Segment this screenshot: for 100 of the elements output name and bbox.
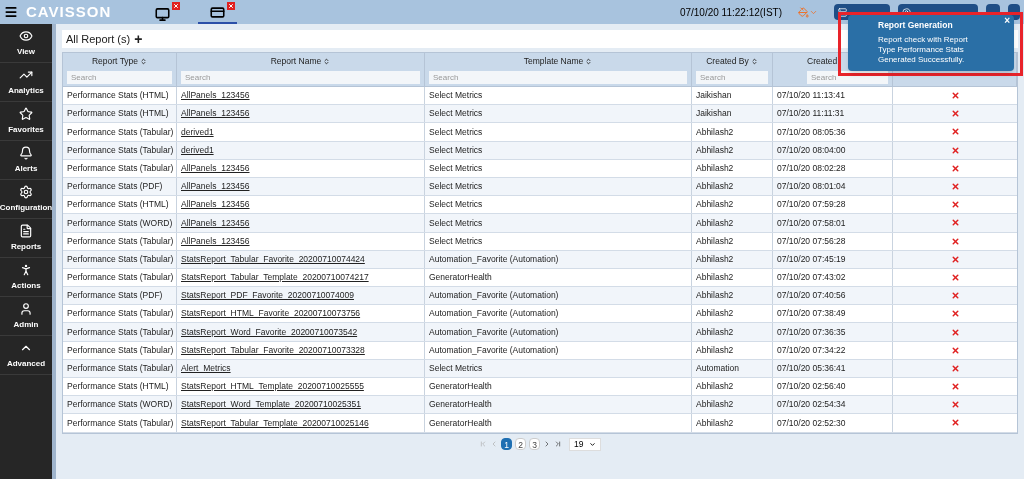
last-page-icon[interactable] bbox=[554, 440, 562, 449]
table-cell: Abhilash2 bbox=[696, 416, 734, 430]
sidebar-item[interactable]: Alerts bbox=[0, 141, 52, 180]
column-header[interactable]: Created bbox=[807, 55, 838, 68]
table-cell: Performance Stats (Tabular) bbox=[67, 161, 174, 175]
table-cell: Select Metrics bbox=[429, 362, 483, 375]
report-link[interactable]: AllPanels_123456 bbox=[181, 107, 250, 121]
report-link[interactable]: AllPanels_123456 bbox=[181, 234, 250, 248]
delete-icon[interactable] bbox=[950, 309, 960, 319]
delete-icon[interactable] bbox=[950, 163, 960, 173]
table-cell: Select Metrics bbox=[429, 125, 483, 139]
report-link[interactable]: derived1 bbox=[181, 143, 214, 157]
delete-icon[interactable] bbox=[950, 291, 960, 301]
report-link[interactable]: StatsReport_Word_Template_20200710025351 bbox=[181, 398, 361, 412]
report-link[interactable]: StatsReport_HTML_Template_20200710025555 bbox=[181, 380, 364, 393]
table-cell: Abhilash2 bbox=[696, 325, 734, 339]
next-page-icon[interactable] bbox=[543, 440, 551, 449]
table-cell: Performance Stats (Tabular) bbox=[67, 125, 174, 139]
delete-icon[interactable] bbox=[950, 254, 960, 264]
table-cell: Performance Stats (WORD) bbox=[67, 398, 173, 412]
sidebar-item[interactable]: Analytics bbox=[0, 63, 52, 102]
column-header[interactable]: Created By bbox=[706, 55, 758, 68]
table-cell: Jaikishan bbox=[696, 89, 732, 102]
delete-icon[interactable] bbox=[950, 200, 960, 210]
table-cell: GeneratorHealth bbox=[429, 398, 492, 412]
page-size-dropdown[interactable]: 19 bbox=[569, 437, 601, 451]
table-cell: 07/10/20 07:45:19 bbox=[777, 252, 846, 266]
sidebar-item[interactable]: Admin bbox=[0, 297, 52, 336]
table-cell: 07/10/20 02:54:34 bbox=[777, 398, 846, 412]
report-link[interactable]: AllPanels_123456 bbox=[181, 161, 250, 175]
delete-icon[interactable] bbox=[950, 182, 960, 192]
report-link[interactable]: AllPanels_123456 bbox=[181, 180, 250, 193]
sidebar-item[interactable]: Advanced bbox=[0, 336, 52, 375]
report-link[interactable]: StatsReport_Tabular_Template_20200710025146 bbox=[181, 416, 369, 430]
sidebar-item[interactable]: Configuration bbox=[0, 180, 52, 219]
column-header[interactable]: Report Name bbox=[270, 55, 331, 68]
table-cell: Performance Stats (Tabular) bbox=[67, 234, 174, 248]
date-time: 07/10/20 11:22:12(IST) bbox=[679, 5, 782, 20]
table-cell: Performance Stats (Tabular) bbox=[67, 143, 174, 157]
report-link[interactable]: StatsReport_Word_Favorite_20200710073542 bbox=[181, 325, 358, 339]
delete-icon[interactable] bbox=[950, 400, 960, 410]
report-link[interactable]: StatsReport_Tabular_Favorite_20200710073328 bbox=[181, 343, 365, 357]
report-link[interactable]: AllPanels_123456 bbox=[181, 198, 250, 212]
sort-icon[interactable] bbox=[585, 58, 593, 65]
table-cell: Performance Stats (Tabular) bbox=[67, 252, 174, 266]
column-header[interactable]: Report Type bbox=[91, 55, 148, 68]
table-cell: 07/10/20 07:34:22 bbox=[777, 343, 846, 357]
page-button[interactable]: 2 bbox=[515, 438, 526, 451]
sidebar-item[interactable]: Reports bbox=[0, 219, 52, 258]
search-field[interactable]: Search bbox=[429, 70, 687, 84]
page-button[interactable]: 1 bbox=[501, 438, 512, 451]
close-icon[interactable] bbox=[227, 2, 236, 10]
close-button[interactable]: × bbox=[1004, 16, 1010, 26]
table-cell: Select Metrics bbox=[429, 216, 483, 230]
report-link[interactable]: StatsReport_HTML_Favorite_20200710073756 bbox=[181, 307, 361, 321]
report-link[interactable]: AllPanels_123456 bbox=[181, 89, 250, 102]
sidebar-item[interactable]: View bbox=[0, 24, 52, 63]
delete-icon[interactable] bbox=[950, 418, 960, 428]
table-cell: Automation_Favorite (Automation) bbox=[429, 252, 559, 266]
table-cell: Performance Stats (Tabular) bbox=[67, 271, 174, 284]
search-field[interactable]: Search bbox=[181, 70, 420, 84]
search-field[interactable]: Search bbox=[67, 70, 172, 84]
page-button[interactable]: 3 bbox=[529, 438, 540, 451]
sidebar-item[interactable]: Actions bbox=[0, 258, 52, 297]
delete-icon[interactable] bbox=[950, 345, 960, 355]
report-link[interactable]: StatsReport_Tabular_Favorite_20200710074424 bbox=[181, 252, 365, 266]
delete-icon[interactable] bbox=[950, 91, 960, 101]
report-link[interactable]: StatsReport_Tabular_Template_20200710074217 bbox=[181, 271, 369, 284]
add-button[interactable]: + bbox=[134, 32, 143, 46]
sort-icon[interactable] bbox=[140, 58, 148, 65]
menu-icon[interactable] bbox=[4, 5, 18, 19]
sort-icon[interactable] bbox=[750, 58, 758, 65]
delete-icon[interactable] bbox=[950, 109, 960, 119]
window-tab[interactable] bbox=[198, 0, 238, 24]
search-field[interactable]: Search bbox=[696, 70, 768, 84]
delete-icon[interactable] bbox=[950, 327, 960, 337]
logo: CAVISSON bbox=[26, 1, 112, 22]
delete-icon[interactable] bbox=[950, 363, 960, 373]
table-cell: Select Metrics bbox=[429, 161, 483, 175]
delete-icon[interactable] bbox=[950, 218, 960, 228]
sort-icon[interactable] bbox=[323, 58, 331, 65]
delete-icon[interactable] bbox=[950, 127, 960, 137]
card-icon bbox=[210, 5, 226, 20]
report-link[interactable]: Alert_Metrics bbox=[181, 362, 231, 375]
table-cell: 07/10/20 11:11:31 bbox=[777, 107, 845, 121]
delete-icon[interactable] bbox=[950, 236, 960, 246]
report-link[interactable]: AllPanels_123456 bbox=[181, 216, 250, 230]
report-link[interactable]: derived1 bbox=[181, 125, 214, 139]
table-cell: Abhilash2 bbox=[696, 216, 734, 230]
delete-icon[interactable] bbox=[950, 272, 960, 282]
sidebar-item[interactable]: Favorites bbox=[0, 102, 52, 141]
delete-icon[interactable] bbox=[950, 382, 960, 392]
table-cell: Select Metrics bbox=[429, 107, 483, 121]
close-icon[interactable] bbox=[172, 2, 181, 10]
table-cell: Automation_Favorite (Automation) bbox=[429, 343, 559, 357]
report-link[interactable]: StatsReport_PDF_Favorite_20200710074009 bbox=[181, 289, 354, 303]
column-header[interactable]: Template Name bbox=[523, 55, 593, 68]
delete-icon[interactable] bbox=[950, 145, 960, 155]
table-cell: Performance Stats (Tabular) bbox=[67, 362, 174, 375]
toast-title: Report Generation bbox=[878, 19, 954, 32]
